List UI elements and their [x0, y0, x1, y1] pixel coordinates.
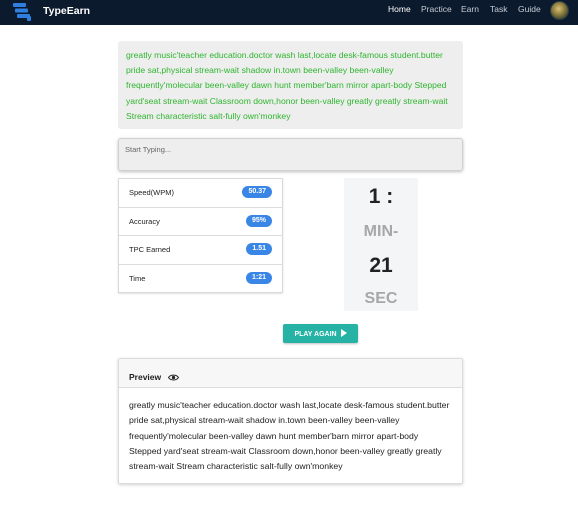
stat-row-accuracy: Accuracy 95% — [119, 208, 282, 237]
stat-badge: 50.37 — [242, 186, 272, 198]
preview-title: Preview — [129, 372, 162, 382]
play-icon — [340, 329, 347, 337]
timer-seconds-label: SEC — [364, 290, 398, 307]
stat-badge: 95% — [245, 214, 272, 227]
stat-label: TPC Earned — [129, 245, 171, 255]
preview-card: Preview greatly music'teacher education.… — [118, 358, 463, 484]
nav-task[interactable]: Task — [490, 4, 507, 14]
navbar: TypeEarn Home Practice Earn Task Guide — [0, 0, 578, 25]
eye-icon — [167, 374, 179, 381]
typing-input[interactable] — [118, 138, 463, 171]
stat-row-tpc-earned: TPC Earned 1.51 — [119, 236, 282, 265]
preview-header: Preview — [119, 359, 462, 388]
timer-minutes-label: MIN- — [363, 223, 399, 240]
stats-panel: Speed(WPM) 50.37 Accuracy 95% TPC Earned… — [118, 178, 283, 293]
stat-row-speed: Speed(WPM) 50.37 — [119, 179, 282, 208]
nav-guide[interactable]: Guide — [518, 4, 541, 14]
timer-minutes: 1 : — [368, 185, 394, 208]
play-again-label: PLAY AGAIN — [294, 331, 337, 338]
stat-badge: 1:21 — [245, 271, 272, 284]
timer-seconds: 21 — [369, 254, 393, 277]
nav-earn[interactable]: Earn — [461, 4, 479, 14]
quote-box: greatly music'teacher education.doctor w… — [118, 41, 463, 129]
nav-practice[interactable]: Practice — [421, 4, 452, 14]
stat-label: Time — [129, 273, 146, 283]
nav-home[interactable]: Home — [388, 4, 411, 14]
stat-label: Speed(WPM) — [129, 188, 175, 197]
user-avatar[interactable] — [550, 1, 569, 20]
brand-logo-icon[interactable] — [12, 2, 32, 22]
brand-name[interactable]: TypeEarn — [43, 5, 90, 17]
play-again-button[interactable]: PLAY AGAIN — [283, 324, 358, 343]
stat-badge: 1.51 — [246, 243, 272, 256]
stat-row-time: Time 1:21 — [119, 265, 282, 294]
preview-text: greatly music'teacher education.doctor w… — [129, 400, 450, 472]
stat-label: Accuracy — [129, 216, 160, 226]
quote-text: greatly music'teacher education.doctor w… — [126, 50, 448, 121]
timer-display: 1 : MIN- 21 SEC — [344, 178, 418, 311]
